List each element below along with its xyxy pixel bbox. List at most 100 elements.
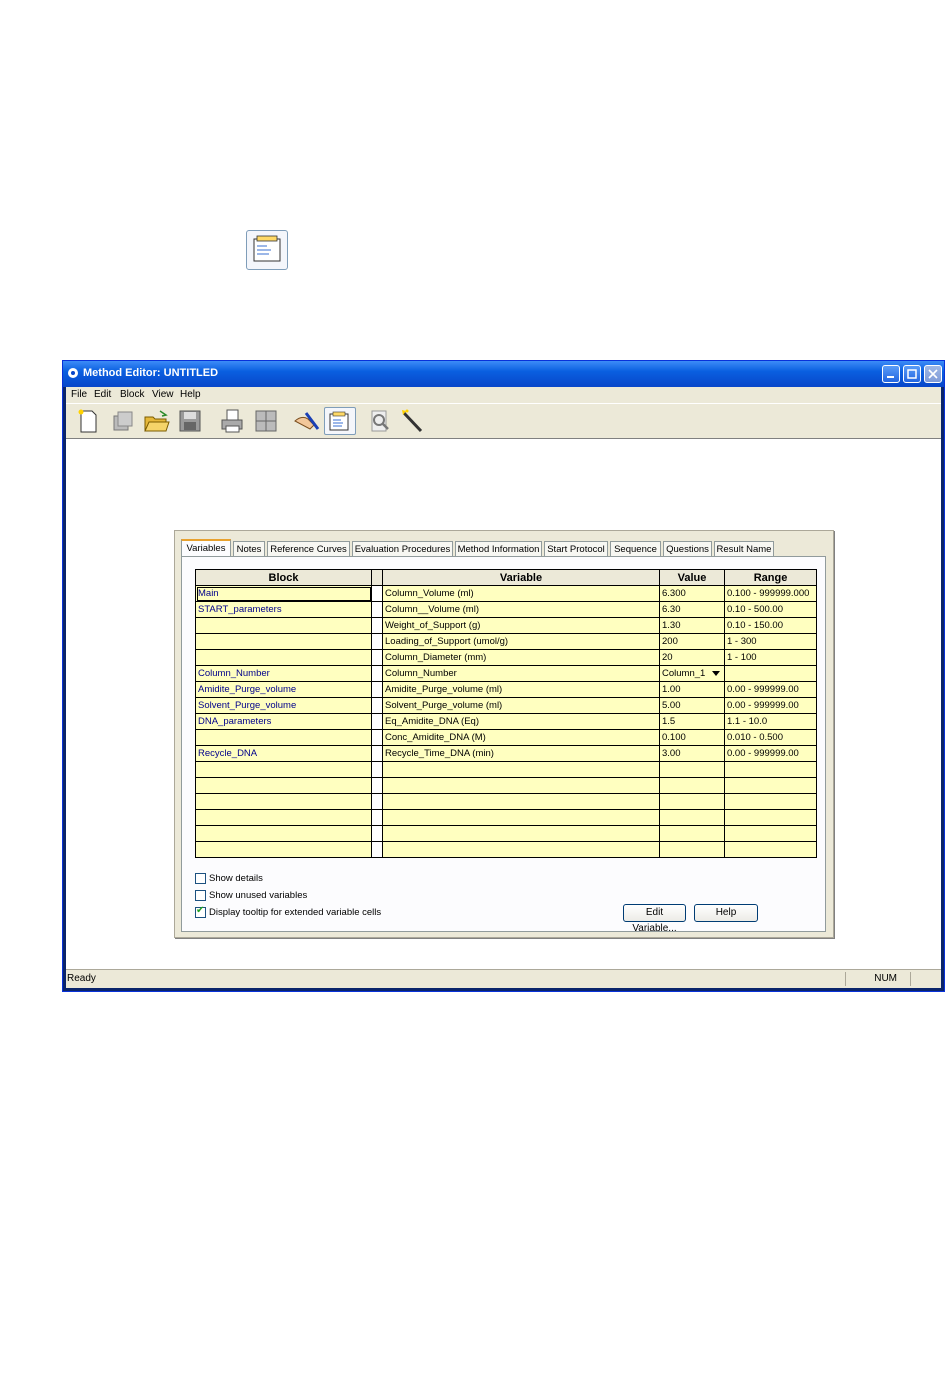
block-cell[interactable] <box>195 809 372 826</box>
block-cell[interactable]: DNA_parameters <box>195 713 372 730</box>
variable-cell[interactable]: Conc_Amidite_DNA (M) <box>382 729 660 746</box>
variable-cell[interactable] <box>382 793 660 810</box>
range-cell[interactable]: 0.00 - 999999.00 <box>724 681 817 698</box>
variable-cell[interactable] <box>382 825 660 842</box>
variable-cell[interactable]: Solvent_Purge_volume (ml) <box>382 697 660 714</box>
show-unused-option[interactable]: Show unused variables <box>195 890 307 901</box>
variable-cell[interactable] <box>382 761 660 778</box>
edit-variable-button[interactable]: Edit Variable... <box>623 904 686 934</box>
chevron-down-icon[interactable] <box>710 667 722 680</box>
block-cell[interactable]: Recycle_DNA <box>195 745 372 762</box>
value-cell[interactable]: 20 <box>659 649 725 666</box>
table-row[interactable]: DNA_parameters Eq_Amidite_DNA (Eq) 1.5 1.1 … <box>195 713 817 730</box>
wand-icon[interactable] <box>398 407 426 435</box>
menu-view[interactable]: View <box>152 389 174 400</box>
help-button[interactable]: Help <box>694 904 758 922</box>
new-document-icon[interactable] <box>74 407 102 435</box>
range-cell[interactable]: 0.100 - 999999.000 <box>724 585 817 602</box>
block-cell[interactable] <box>195 633 372 650</box>
value-cell[interactable] <box>659 793 725 810</box>
zoom-icon[interactable] <box>366 407 394 435</box>
block-cell[interactable]: Main <box>195 585 372 602</box>
range-cell[interactable] <box>724 825 817 842</box>
block-cell[interactable]: Solvent_Purge_volume <box>195 697 372 714</box>
minimize-button[interactable] <box>882 365 900 383</box>
open-folder-icon[interactable] <box>142 407 170 435</box>
range-cell[interactable]: 1.1 - 10.0 <box>724 713 817 730</box>
block-cell[interactable]: Amidite_Purge_volume <box>195 681 372 698</box>
tab-sequence[interactable]: Sequence <box>610 541 661 556</box>
show-unused-checkbox[interactable] <box>195 890 206 901</box>
value-cell[interactable]: 1.00 <box>659 681 725 698</box>
header-range[interactable]: Range <box>724 569 817 586</box>
value-cell[interactable]: 3.00 <box>659 745 725 762</box>
tab-reference-curves[interactable]: Reference Curves <box>267 541 350 556</box>
table-row[interactable]: Loading_of_Support (umol/g) 200 1 - 300 <box>195 633 817 650</box>
variable-cell[interactable]: Column_Number <box>382 665 660 682</box>
table-row[interactable]: Column_Diameter (mm) 20 1 - 100 <box>195 649 817 666</box>
table-row[interactable]: Column_Number Column_Number Column_1 <box>195 665 817 682</box>
range-cell[interactable]: 0.00 - 999999.00 <box>724 697 817 714</box>
variables-tool-button[interactable] <box>324 407 356 435</box>
block-cell[interactable] <box>195 729 372 746</box>
show-details-checkbox[interactable] <box>195 873 206 884</box>
variable-cell[interactable] <box>382 777 660 794</box>
value-cell[interactable] <box>659 841 725 858</box>
header-variable[interactable]: Variable <box>382 569 660 586</box>
variable-cell[interactable]: Column_Volume (ml) <box>382 585 660 602</box>
tab-variables[interactable]: Variables <box>181 539 231 557</box>
range-cell[interactable] <box>724 809 817 826</box>
block-cell[interactable] <box>195 761 372 778</box>
value-cell[interactable]: Column_1 <box>659 665 725 682</box>
range-cell[interactable]: 1 - 300 <box>724 633 817 650</box>
block-cell[interactable]: Column_Number <box>195 665 372 682</box>
table-row[interactable] <box>195 825 817 842</box>
block-cell[interactable] <box>195 841 372 858</box>
range-cell[interactable]: 1 - 100 <box>724 649 817 666</box>
value-cell[interactable] <box>659 809 725 826</box>
tab-questions[interactable]: Questions <box>663 541 712 556</box>
table-row[interactable]: Weight_of_Support (g) 1.30 0.10 - 150.00 <box>195 617 817 634</box>
menu-file[interactable]: File <box>71 389 87 400</box>
value-cell[interactable] <box>659 777 725 794</box>
print-icon[interactable] <box>218 407 246 435</box>
range-cell[interactable] <box>724 777 817 794</box>
range-cell[interactable]: 0.10 - 150.00 <box>724 617 817 634</box>
table-row[interactable]: Recycle_DNA Recycle_Time_DNA (min) 3.00 0.0… <box>195 745 817 762</box>
copy-icon[interactable] <box>108 407 136 435</box>
menu-help[interactable]: Help <box>180 389 201 400</box>
value-cell[interactable]: 1.30 <box>659 617 725 634</box>
value-cell[interactable]: 0.100 <box>659 729 725 746</box>
value-cell[interactable]: 1.5 <box>659 713 725 730</box>
table-row[interactable] <box>195 793 817 810</box>
variable-cell[interactable]: Loading_of_Support (umol/g) <box>382 633 660 650</box>
show-details-option[interactable]: Show details <box>195 873 263 884</box>
table-row[interactable] <box>195 841 817 858</box>
table-row[interactable]: Amidite_Purge_volume Amidite_Purge_volume… <box>195 681 817 698</box>
maximize-button[interactable] <box>903 365 921 383</box>
range-cell[interactable] <box>724 793 817 810</box>
tab-evaluation-procedures[interactable]: Evaluation Procedures <box>352 541 453 556</box>
close-button[interactable] <box>924 365 942 383</box>
range-cell[interactable] <box>724 761 817 778</box>
variable-cell[interactable]: Recycle_Time_DNA (min) <box>382 745 660 762</box>
tooltip-checkbox[interactable] <box>195 905 206 918</box>
layout-icon[interactable] <box>252 407 280 435</box>
block-cell[interactable] <box>195 777 372 794</box>
variable-cell[interactable]: Eq_Amidite_DNA (Eq) <box>382 713 660 730</box>
tooltip-option[interactable]: Display tooltip for extended variable ce… <box>195 905 381 918</box>
range-cell[interactable] <box>724 665 817 682</box>
block-cell[interactable]: START_parameters <box>195 601 372 618</box>
value-cell[interactable]: 200 <box>659 633 725 650</box>
table-row[interactable]: START_parameters Column__Volume (ml) 6.30 0… <box>195 601 817 618</box>
value-cell[interactable]: 6.300 <box>659 585 725 602</box>
block-cell[interactable] <box>195 793 372 810</box>
variable-cell[interactable] <box>382 809 660 826</box>
table-row[interactable] <box>195 761 817 778</box>
variable-cell[interactable] <box>382 841 660 858</box>
tab-notes[interactable]: Notes <box>233 541 265 556</box>
value-cell[interactable] <box>659 825 725 842</box>
block-cell[interactable] <box>195 649 372 666</box>
menu-edit[interactable]: Edit <box>94 389 111 400</box>
variable-cell[interactable]: Weight_of_Support (g) <box>382 617 660 634</box>
